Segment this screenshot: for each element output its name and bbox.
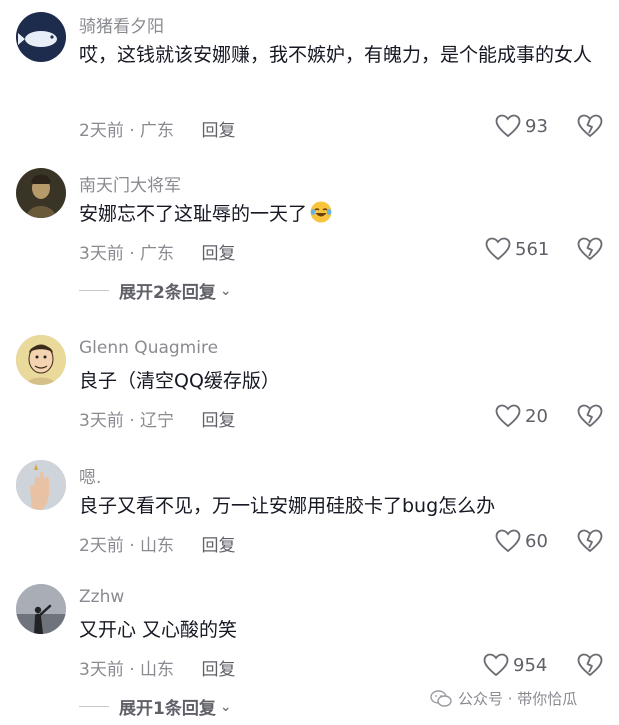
comment-location: 山东	[140, 660, 175, 680]
comment-text: 良子（清空QQ缓存版）	[79, 370, 280, 392]
comment-time: 2天前	[79, 121, 124, 141]
reply-button[interactable]: 回复	[201, 536, 235, 556]
meta-separator: ·	[129, 244, 135, 264]
like-count: 60	[525, 530, 548, 552]
comment-location: 广东	[140, 121, 175, 141]
comment-text: 安娜忘不了这耻辱的一天了	[79, 197, 609, 232]
avatar[interactable]	[16, 168, 66, 218]
like-button[interactable]: 20	[495, 404, 548, 428]
reply-button[interactable]: 回复	[201, 660, 235, 680]
comment-meta: 2天前 · 山东 回复	[79, 531, 235, 556]
comment-time: 3天前	[79, 244, 124, 264]
meta-separator: ·	[129, 536, 135, 556]
comment-meta: 3天前 · 辽宁 回复	[79, 406, 235, 431]
comment-text: 哎，这钱就该安娜赚，我不嫉妒，有魄力，是个能成事的女人	[79, 44, 593, 66]
comment-location: 山东	[140, 536, 175, 556]
silhouette-avatar-icon	[16, 584, 66, 634]
heart-icon	[485, 237, 511, 261]
avatar[interactable]	[16, 584, 66, 634]
comment-meta: 2天前 · 广东 回复	[79, 116, 235, 141]
heart-icon	[495, 404, 521, 428]
comment-location: 广东	[140, 244, 175, 264]
wechat-icon	[430, 689, 452, 707]
hand-avatar-icon	[16, 460, 66, 510]
watermark: 公众号 · 带你恰瓜	[430, 688, 577, 709]
chevron-down-icon: ⌄	[219, 698, 232, 715]
reply-button[interactable]: 回复	[201, 121, 235, 141]
avatar[interactable]	[16, 12, 66, 62]
comment-text: 又开心 又心酸的笑	[79, 619, 238, 641]
comment-time: 2天前	[79, 536, 124, 556]
divider	[79, 290, 109, 291]
comment-text: 良子又看不见，万一让安娜用硅胶卡了bug怎么办	[79, 495, 496, 517]
expand-replies-label: 展开1条回复	[119, 699, 216, 719]
watermark-text: 公众号 · 带你恰瓜	[458, 690, 578, 708]
meta-separator: ·	[129, 121, 135, 141]
reply-button[interactable]: 回复	[201, 244, 235, 264]
heart-icon	[483, 653, 509, 677]
comment-meta: 3天前 · 广东 回复	[79, 239, 235, 264]
meta-separator: ·	[129, 411, 135, 431]
comment-meta: 3天前 · 山东 回复	[79, 655, 235, 680]
heart-icon	[495, 529, 521, 553]
username[interactable]: Glenn Quagmire	[79, 338, 218, 358]
warrior-avatar-icon	[16, 168, 66, 218]
reply-button[interactable]: 回复	[201, 411, 235, 431]
like-button[interactable]: 954	[483, 653, 547, 677]
like-button[interactable]: 93	[495, 114, 548, 138]
username[interactable]: Zzhw	[79, 587, 124, 607]
like-button[interactable]: 561	[485, 237, 549, 261]
laughing-tears-emoji-icon	[310, 201, 332, 223]
broken-heart-icon[interactable]	[577, 529, 603, 553]
like-button[interactable]: 60	[495, 529, 548, 553]
like-count: 954	[513, 654, 548, 676]
expand-replies-button[interactable]: 展开1条回复 ⌄	[79, 694, 232, 719]
username[interactable]: 嗯.	[79, 463, 101, 488]
comment-time: 3天前	[79, 411, 124, 431]
chevron-down-icon: ⌄	[219, 282, 232, 299]
heart-icon	[495, 114, 521, 138]
broken-heart-icon[interactable]	[577, 237, 603, 261]
broken-heart-icon[interactable]	[577, 404, 603, 428]
like-count: 93	[525, 115, 548, 137]
like-count: 20	[525, 405, 548, 427]
divider	[79, 706, 109, 707]
broken-heart-icon[interactable]	[577, 653, 603, 677]
username[interactable]: 骑猪看夕阳	[79, 12, 164, 37]
comment-location: 辽宁	[140, 411, 175, 431]
meta-separator: ·	[129, 660, 135, 680]
expand-replies-label: 展开2条回复	[119, 283, 216, 303]
cartoon-face-avatar-icon	[16, 335, 66, 385]
username[interactable]: 南天门大将军	[79, 171, 181, 196]
broken-heart-icon[interactable]	[577, 114, 603, 138]
expand-replies-button[interactable]: 展开2条回复 ⌄	[79, 278, 232, 303]
white-fish-avatar-icon	[16, 12, 66, 62]
comment-text-content: 安娜忘不了这耻辱的一天了	[79, 203, 308, 225]
avatar[interactable]	[16, 460, 66, 510]
avatar[interactable]	[16, 335, 66, 385]
comment-time: 3天前	[79, 660, 124, 680]
like-count: 561	[515, 238, 550, 260]
